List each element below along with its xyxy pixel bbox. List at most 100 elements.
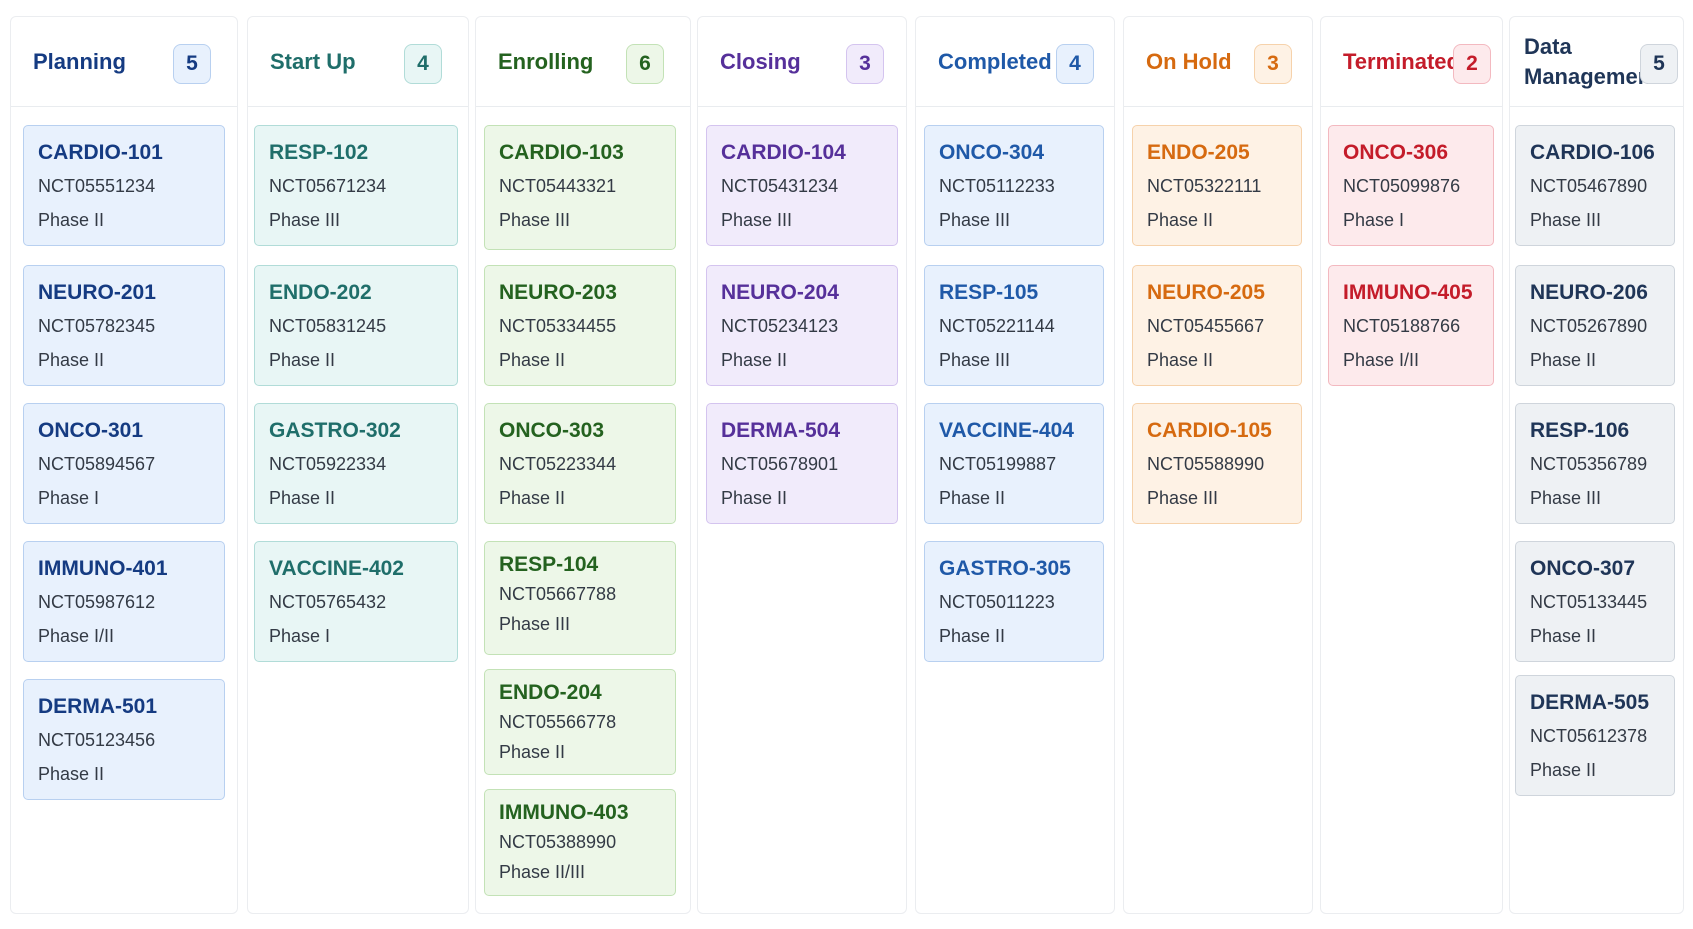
- column-title: On Hold: [1146, 49, 1232, 74]
- trial-card[interactable]: ONCO-303 NCT05223344 Phase II: [484, 403, 676, 524]
- trial-nct-id: NCT05612378: [1530, 726, 1648, 746]
- trial-card[interactable]: ENDO-202 NCT05831245 Phase II: [254, 265, 458, 386]
- trial-card[interactable]: RESP-106 NCT05356789 Phase III: [1515, 403, 1675, 524]
- trial-nct-id: NCT05388990: [499, 832, 617, 852]
- trial-phase: Phase II: [1147, 210, 1214, 230]
- trial-nct-id: NCT05551234: [38, 176, 156, 196]
- trial-card[interactable]: VACCINE-404 NCT05199887 Phase II: [924, 403, 1104, 524]
- trial-card[interactable]: RESP-105 NCT05221144 Phase III: [924, 265, 1104, 386]
- trial-phase: Phase II: [38, 764, 105, 784]
- trial-card[interactable]: NEURO-201 NCT05782345 Phase II: [23, 265, 225, 386]
- trial-card[interactable]: VACCINE-402 NCT05765432 Phase I: [254, 541, 458, 662]
- trial-card[interactable]: ENDO-204 NCT05566778 Phase II: [484, 669, 676, 775]
- column-count-badge: 3: [846, 44, 884, 84]
- trial-phase: Phase II: [1530, 760, 1597, 780]
- trial-card[interactable]: IMMUNO-401 NCT05987612 Phase I/II: [23, 541, 225, 662]
- trial-card[interactable]: CARDIO-103 NCT05443321 Phase III: [484, 125, 676, 250]
- trial-code: DERMA-504: [721, 419, 841, 442]
- kanban-board: Planning 5 CARDIO-101 NCT05551234 Phase II NE…: [0, 0, 1693, 929]
- trial-nct-id: NCT05221144: [939, 316, 1055, 336]
- trial-code: CARDIO-101: [38, 141, 163, 164]
- trial-code: RESP-106: [1530, 419, 1630, 442]
- column-header: Closing 3: [698, 17, 906, 107]
- column-count-badge: 2: [1453, 44, 1491, 84]
- column-count-badge: 3: [1254, 44, 1292, 84]
- trial-card[interactable]: NEURO-203 NCT05334455 Phase II: [484, 265, 676, 386]
- trial-nct-id: NCT05987612: [38, 592, 156, 612]
- trial-card[interactable]: RESP-104 NCT05667788 Phase III: [484, 541, 676, 655]
- column-header: Terminated 2: [1321, 17, 1502, 107]
- trial-card[interactable]: NEURO-204 NCT05234123 Phase II: [706, 265, 898, 386]
- column-title: Completed: [938, 49, 1052, 74]
- trial-card[interactable]: NEURO-205 NCT05455667 Phase II: [1132, 265, 1302, 386]
- trial-phase: Phase III: [939, 210, 1011, 230]
- trial-card[interactable]: CARDIO-104 NCT05431234 Phase III: [706, 125, 898, 246]
- column-planning: Planning 5 CARDIO-101 NCT05551234 Phase II NE…: [10, 16, 238, 914]
- trial-card[interactable]: DERMA-504 NCT05678901 Phase II: [706, 403, 898, 524]
- trial-code: ENDO-202: [269, 281, 372, 304]
- trial-phase: Phase III: [499, 210, 571, 230]
- trial-phase: Phase II: [939, 488, 1006, 508]
- trial-code: ONCO-307: [1530, 557, 1636, 580]
- trial-code: GASTRO-305: [939, 557, 1071, 580]
- column-data-management: Data Management 5 CARDIO-106 NCT05467890 Pha…: [1509, 16, 1684, 914]
- column-title: Planning: [33, 49, 126, 74]
- trial-nct-id: NCT05922334: [269, 454, 387, 474]
- trial-code: NEURO-205: [1147, 281, 1265, 304]
- column-title: Start Up: [270, 49, 356, 74]
- trial-card[interactable]: DERMA-505 NCT05612378 Phase II: [1515, 675, 1675, 796]
- trial-card[interactable]: GASTRO-302 NCT05922334 Phase II: [254, 403, 458, 524]
- trial-card[interactable]: ENDO-205 NCT05322111 Phase II: [1132, 125, 1302, 246]
- trial-nct-id: NCT05223344: [499, 454, 617, 474]
- trial-phase: Phase II: [1147, 350, 1214, 370]
- trial-card[interactable]: ONCO-304 NCT05112233 Phase III: [924, 125, 1104, 246]
- trial-nct-id: NCT05356789: [1530, 454, 1648, 474]
- trial-card[interactable]: NEURO-206 NCT05267890 Phase II: [1515, 265, 1675, 386]
- trial-card[interactable]: ONCO-306 NCT05099876 Phase I: [1328, 125, 1494, 246]
- trial-nct-id: NCT05467890: [1530, 176, 1648, 196]
- trial-code: IMMUNO-405: [1343, 281, 1473, 304]
- trial-card[interactable]: RESP-102 NCT05671234 Phase III: [254, 125, 458, 246]
- trial-phase: Phase I: [38, 488, 100, 508]
- trial-card[interactable]: CARDIO-101 NCT05551234 Phase II: [23, 125, 225, 246]
- trial-code: CARDIO-103: [499, 141, 624, 164]
- trial-card[interactable]: CARDIO-105 NCT05588990 Phase III: [1132, 403, 1302, 524]
- trial-phase: Phase II: [499, 350, 566, 370]
- trial-phase: Phase III: [499, 614, 571, 634]
- trial-code: ONCO-304: [939, 141, 1045, 164]
- trial-card[interactable]: ONCO-301 NCT05894567 Phase I: [23, 403, 225, 524]
- trial-phase: Phase II: [1530, 350, 1597, 370]
- trial-code: CARDIO-105: [1147, 419, 1272, 442]
- column-title: Data Management: [1524, 34, 1659, 89]
- column-header: Data Management 5: [1510, 17, 1683, 107]
- column-title: Enrolling: [498, 49, 594, 74]
- trial-nct-id: NCT05566778: [499, 712, 617, 732]
- trial-nct-id: NCT05455667: [1147, 316, 1265, 336]
- trial-phase: Phase I/II: [38, 626, 115, 646]
- trial-card[interactable]: IMMUNO-403 NCT05388990 Phase II/III: [484, 789, 676, 896]
- trial-card[interactable]: IMMUNO-405 NCT05188766 Phase I/II: [1328, 265, 1494, 386]
- trial-phase: Phase III: [1530, 210, 1602, 230]
- trial-code: VACCINE-402: [269, 557, 404, 580]
- trial-code: RESP-102: [269, 141, 369, 164]
- trial-nct-id: NCT05133445: [1530, 592, 1648, 612]
- trial-code: ENDO-205: [1147, 141, 1250, 164]
- trial-card[interactable]: DERMA-501 NCT05123456 Phase II: [23, 679, 225, 800]
- column-header: Enrolling 6: [476, 17, 690, 107]
- trial-code: IMMUNO-403: [499, 801, 629, 824]
- trial-card[interactable]: ONCO-307 NCT05133445 Phase II: [1515, 541, 1675, 662]
- trial-nct-id: NCT05831245: [269, 316, 387, 336]
- trial-card[interactable]: GASTRO-305 NCT05011223 Phase II: [924, 541, 1104, 662]
- column-header: Completed 4: [916, 17, 1114, 107]
- trial-card[interactable]: CARDIO-106 NCT05467890 Phase III: [1515, 125, 1675, 246]
- trial-code: DERMA-505: [1530, 691, 1650, 714]
- trial-phase: Phase II: [939, 626, 1006, 646]
- trial-nct-id: NCT05782345: [38, 316, 156, 336]
- trial-nct-id: NCT05894567: [38, 454, 156, 474]
- column-count-badge: 5: [173, 44, 211, 84]
- column-count-badge: 6: [626, 44, 664, 84]
- trial-nct-id: NCT05678901: [721, 454, 839, 474]
- trial-code: ENDO-204: [499, 681, 602, 704]
- trial-nct-id: NCT05431234: [721, 176, 839, 196]
- trial-phase: Phase II: [38, 350, 105, 370]
